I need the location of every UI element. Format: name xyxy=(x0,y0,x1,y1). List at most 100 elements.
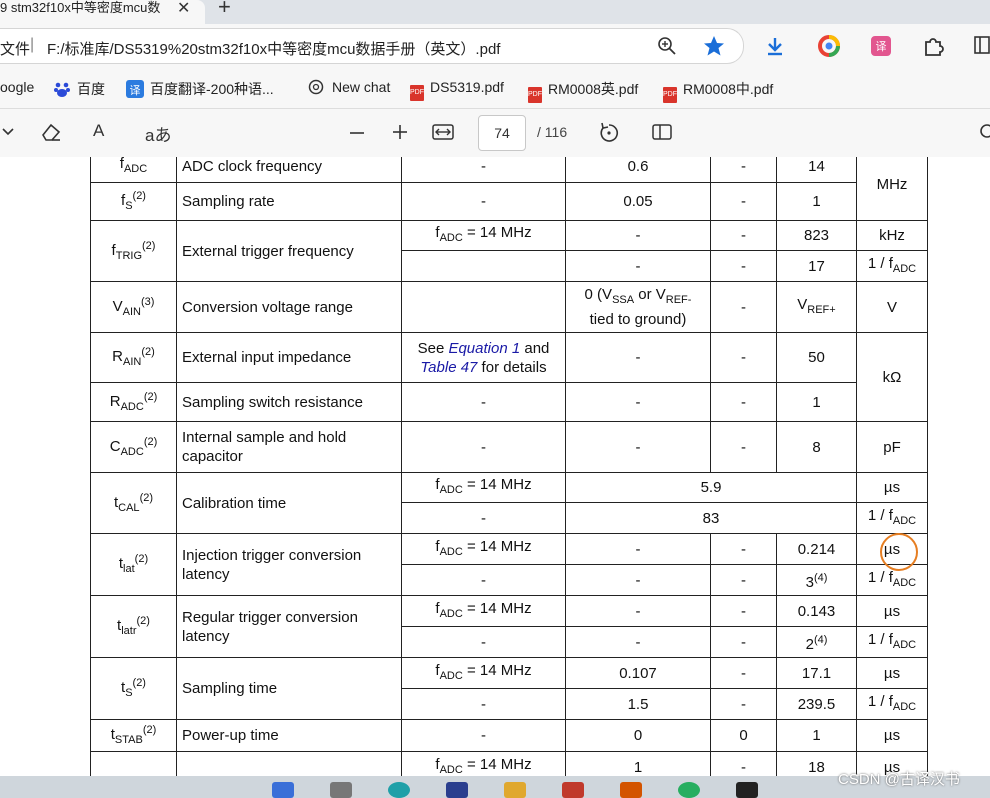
max-cell: 1 xyxy=(776,382,857,422)
parameter-cell: Sampling switch resistance xyxy=(176,382,402,422)
table-row: CADC(2) Internal sample and hold capacito… xyxy=(90,421,928,473)
typ-cell: - xyxy=(710,157,777,183)
typ-cell: - xyxy=(710,281,777,333)
unit-cell: pF xyxy=(856,421,928,473)
typ-cell: - xyxy=(710,332,777,383)
tab-strip: 9 stm32f10x中等密度mcu数 ✕ + xyxy=(0,0,990,24)
page-number-input[interactable]: 74 xyxy=(478,115,526,151)
max-cell: 3(4) xyxy=(776,564,857,596)
address-bar[interactable]: 文件 | F:/标准库/DS5319%20stm32f10x中等密度mcu数据手… xyxy=(0,28,744,64)
extension-color-icon[interactable] xyxy=(818,35,840,57)
symbol-cell: VAIN(3) xyxy=(90,281,177,333)
typ-cell: - xyxy=(710,626,777,658)
bookmark-rm0008-cn[interactable]: PDF RM0008中.pdf xyxy=(663,79,773,103)
typ-cell: - xyxy=(710,382,777,422)
read-aloud-icon[interactable]: A xyxy=(93,121,104,141)
min-cell: 1.5 xyxy=(565,688,711,720)
file-label: 文件 xyxy=(0,41,31,58)
parameter-cell: Injection trigger conversion latency xyxy=(176,533,402,596)
split-screen-icon[interactable] xyxy=(974,36,990,56)
taskbar-app-icon[interactable] xyxy=(736,782,758,798)
download-icon[interactable] xyxy=(765,36,785,56)
start-icon[interactable] xyxy=(272,782,294,798)
typ-cell: - xyxy=(710,421,777,473)
typ-cell: - xyxy=(710,688,777,720)
bookmark-newchat[interactable]: New chat xyxy=(308,79,390,95)
table-row: tlatr(2) Regular trigger conversion laten… xyxy=(90,595,928,658)
max-cell: 17 xyxy=(776,250,857,282)
unit-cell: V xyxy=(856,281,928,333)
eraser-icon[interactable] xyxy=(40,122,62,142)
pdf-viewer[interactable]: fADC ADC clock frequency - 0.6 - 14 MHz … xyxy=(0,157,990,776)
min-cell: 0.107 xyxy=(565,657,711,689)
chrome-icon[interactable] xyxy=(678,782,700,798)
typ-cell: - xyxy=(710,250,777,282)
address-url[interactable]: F:/标准库/DS5319%20stm32f10x中等密度mcu数据手册（英文）… xyxy=(47,38,500,59)
max-cell: 239.5 xyxy=(776,688,857,720)
search-icon[interactable] xyxy=(978,123,990,141)
tab-title: 9 stm32f10x中等密度mcu数 xyxy=(0,0,161,15)
taskbar-app-icon[interactable] xyxy=(330,782,352,798)
extensions-puzzle-icon[interactable] xyxy=(922,35,944,57)
page-view-icon[interactable] xyxy=(651,123,673,141)
bookmark-baidu[interactable]: 百度 xyxy=(53,79,105,99)
close-tab-icon[interactable]: ✕ xyxy=(177,0,190,18)
taskbar-app-icon[interactable] xyxy=(620,782,642,798)
parameter-cell: Regular trigger conversion latency xyxy=(176,595,402,658)
condition-cell: - xyxy=(401,719,566,752)
text-options-icon[interactable]: aあ xyxy=(145,121,171,146)
min-cell: - xyxy=(565,382,711,422)
zoom-in-icon[interactable] xyxy=(392,124,408,140)
min-cell: 0.05 xyxy=(565,182,711,221)
zoom-icon[interactable] xyxy=(657,36,677,56)
table-row: VAIN(3) Conversion voltage range 0 (VSSA… xyxy=(90,281,928,333)
value-cell: 83 xyxy=(565,502,857,534)
typ-cell: - xyxy=(710,595,777,627)
table-row: fADC ADC clock frequency - 0.6 - 14 MHz xyxy=(90,157,928,221)
symbol-cell: tSTAB(2) xyxy=(90,719,177,752)
bookmark-label: oogle xyxy=(0,79,35,95)
svg-text:译: 译 xyxy=(876,40,887,53)
unit-cell: kΩ xyxy=(856,332,928,422)
folder-icon[interactable] xyxy=(504,782,526,798)
browser-tab[interactable]: 9 stm32f10x中等密度mcu数 ✕ xyxy=(0,0,205,24)
bookmark-ds5319[interactable]: PDF DS5319.pdf xyxy=(410,79,504,101)
parameter-cell: Conversion voltage range xyxy=(176,281,402,333)
taskbar-app-icon[interactable] xyxy=(562,782,584,798)
pdf-icon: PDF xyxy=(528,87,542,103)
pdf-toolbar: A aあ 74 / 116 xyxy=(0,109,990,158)
bookmark-label: RM0008英.pdf xyxy=(548,81,639,97)
table-row: fS(2) Sampling rate - 0.05 - 1 xyxy=(90,182,928,221)
page-total: / 116 xyxy=(537,124,568,140)
max-cell: VREF+ xyxy=(776,281,857,333)
rotate-icon[interactable] xyxy=(598,122,620,144)
unit-cell: kHz xyxy=(856,220,928,251)
unit-cell: 1 / fADC xyxy=(856,250,928,282)
address-separator: | xyxy=(30,36,35,53)
fit-width-icon[interactable] xyxy=(432,123,454,141)
unit-cell: µs xyxy=(856,719,928,752)
max-cell: 50 xyxy=(776,332,857,383)
bookmark-rm0008-en[interactable]: PDF RM0008英.pdf xyxy=(528,79,638,103)
table-row: tCAL(2) Calibration time fADC = 14 MHz 5… xyxy=(90,472,928,534)
equation-link[interactable]: Equation 1 xyxy=(448,340,520,357)
typ-cell: - xyxy=(710,657,777,689)
bookmark-google[interactable]: oogle xyxy=(0,79,34,95)
table-link[interactable]: Table 47 xyxy=(420,359,477,376)
symbol-cell: tlat(2) xyxy=(90,533,177,596)
chevron-down-icon[interactable] xyxy=(2,125,14,139)
symbol-cell xyxy=(90,751,177,776)
edge-icon[interactable] xyxy=(388,782,410,798)
translate-icon: 译 xyxy=(126,80,144,98)
unit-cell: µs xyxy=(856,657,928,689)
bookmark-translate[interactable]: 译百度翻译-200种语... xyxy=(126,79,274,99)
zoom-out-icon[interactable] xyxy=(349,131,365,135)
taskbar-app-icon[interactable] xyxy=(446,782,468,798)
condition-cell: fADC = 14 MHz xyxy=(401,472,566,503)
favorite-star-icon[interactable] xyxy=(703,35,725,57)
translate-ext-icon[interactable]: 译 xyxy=(870,35,892,57)
watermark: CSDN @古译汉书 xyxy=(838,771,960,788)
max-cell: 2(4) xyxy=(776,626,857,658)
new-tab-icon[interactable]: + xyxy=(218,0,231,20)
min-cell: 1 xyxy=(565,751,711,776)
